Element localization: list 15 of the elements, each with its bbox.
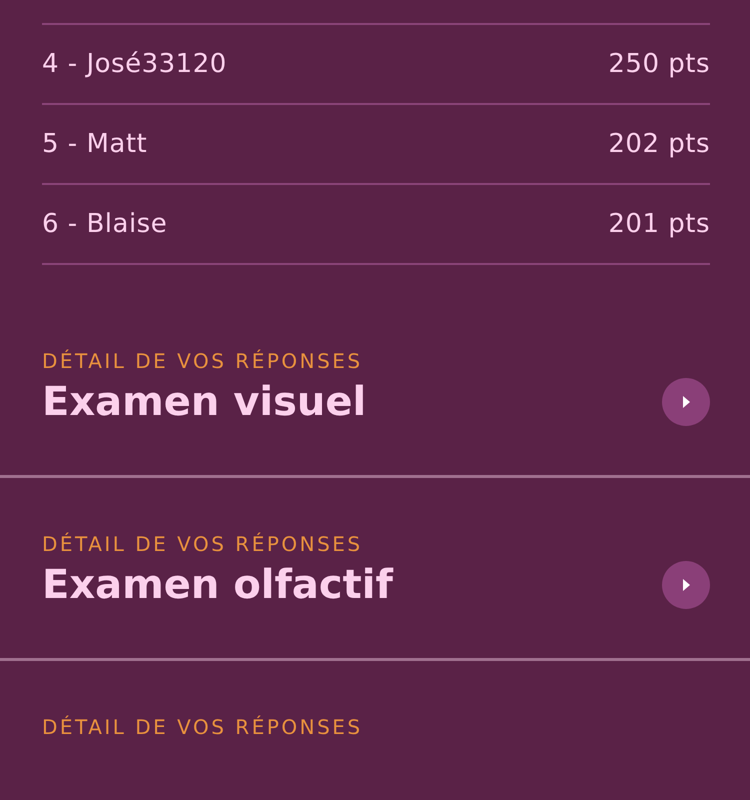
player-score: 202 pts (608, 129, 710, 159)
section-title: Examen olfactif (42, 561, 393, 610)
play-icon (682, 578, 690, 592)
player-name: 5 - Matt (42, 129, 148, 159)
player-name: 6 - Blaise (42, 209, 168, 239)
player-name: 4 - José33120 (42, 49, 227, 79)
player-score: 250 pts (608, 49, 710, 79)
section-eyebrow: DÉTAIL DE VOS RÉPONSES (42, 532, 364, 556)
section-eyebrow: DÉTAIL DE VOS RÉPONSES (42, 349, 364, 373)
player-score: 201 pts (608, 209, 710, 239)
section-title: Examen visuel (42, 378, 366, 427)
next-button[interactable] (662, 561, 710, 609)
play-icon (682, 395, 690, 409)
section-eyebrow: DÉTAIL DE VOS RÉPONSES (42, 715, 364, 739)
next-button[interactable] (662, 378, 710, 426)
